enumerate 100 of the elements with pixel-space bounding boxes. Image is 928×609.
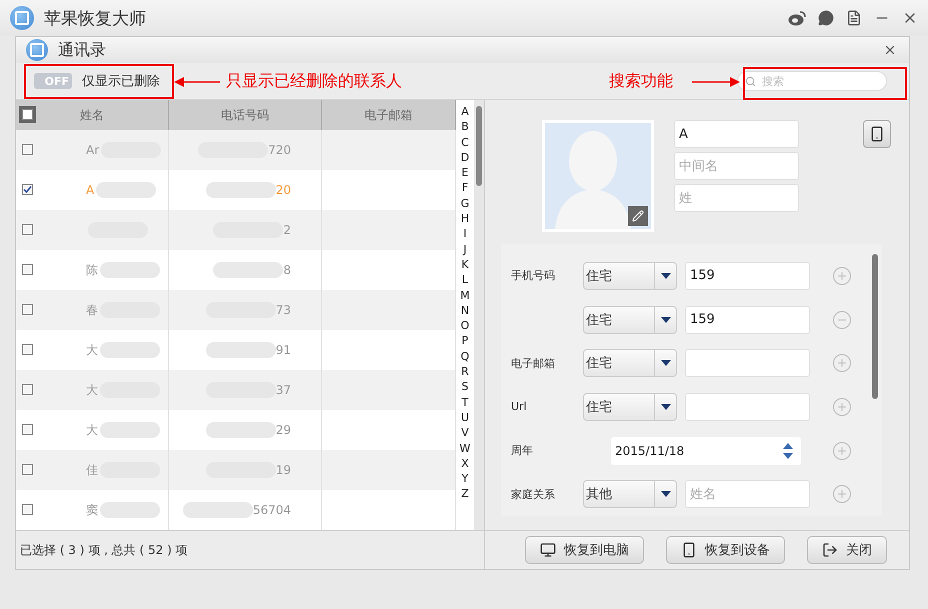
- index-letter[interactable]: F: [462, 180, 468, 196]
- input-field[interactable]: [685, 392, 810, 421]
- checkbox[interactable]: [22, 109, 33, 120]
- index-letter[interactable]: E: [462, 165, 468, 180]
- index-letter[interactable]: V: [461, 425, 469, 441]
- arrow: [174, 76, 220, 88]
- plus-icon: [836, 270, 848, 282]
- type-dropdown[interactable]: 住宅: [583, 306, 677, 334]
- checkbox[interactable]: [22, 184, 33, 195]
- checkbox[interactable]: [22, 304, 33, 315]
- phone-icon: [681, 542, 697, 558]
- remove-button[interactable]: [833, 310, 851, 328]
- index-letter[interactable]: Q: [460, 348, 470, 364]
- table-cell: 73: [276, 303, 291, 317]
- index-letter[interactable]: M: [460, 288, 470, 303]
- filter-label: 仅显示已删除: [82, 73, 160, 90]
- plus-icon: [836, 488, 848, 500]
- type-dropdown[interactable]: 住宅: [583, 262, 677, 290]
- search-icon: [745, 76, 756, 87]
- chat-icon[interactable]: [818, 10, 834, 26]
- table-cell: 大: [86, 422, 98, 438]
- index-letter[interactable]: N: [460, 302, 470, 318]
- edit-icon[interactable]: [628, 206, 648, 226]
- table-cell: 29: [276, 423, 291, 437]
- eye-shape-icon[interactable]: [788, 10, 806, 26]
- index-letter[interactable]: I: [463, 226, 467, 242]
- checkbox[interactable]: [22, 424, 33, 435]
- index-letter[interactable]: G: [460, 196, 470, 212]
- input-field[interactable]: [685, 349, 810, 378]
- table-cell: 37: [276, 383, 291, 397]
- index-letter[interactable]: Y: [462, 471, 468, 486]
- index-letter[interactable]: B: [461, 119, 469, 135]
- action-button[interactable]: 恢复到设备: [666, 536, 785, 564]
- index-letter[interactable]: U: [460, 410, 470, 426]
- table-cell: 陈: [86, 262, 98, 278]
- index-letter[interactable]: A: [461, 104, 469, 120]
- field-label: 电子邮箱: [511, 356, 556, 371]
- phone-import-button[interactable]: [863, 120, 891, 148]
- dialog-title: 通讯录: [58, 40, 107, 60]
- add-button[interactable]: [833, 266, 851, 285]
- first-name-field[interactable]: A: [674, 120, 799, 148]
- checkbox[interactable]: [22, 264, 33, 275]
- exit-icon: [822, 542, 838, 558]
- checkbox[interactable]: [22, 144, 33, 155]
- index-letter[interactable]: J: [463, 242, 467, 257]
- add-button[interactable]: [833, 354, 851, 372]
- index-letter[interactable]: C: [461, 134, 469, 150]
- close-icon[interactable]: [883, 43, 897, 57]
- monitor-icon: [540, 542, 556, 558]
- table-cell: 大: [86, 382, 98, 398]
- middle-name-field[interactable]: 中间名: [674, 152, 799, 180]
- arrow: [692, 76, 740, 88]
- checkbox[interactable]: [22, 344, 33, 355]
- index-letter[interactable]: S: [462, 379, 468, 395]
- table-cell: 19: [276, 463, 291, 477]
- index-letter[interactable]: P: [462, 333, 468, 349]
- annotation-text: 只显示已经删除的联系人: [226, 71, 402, 92]
- last-name-field[interactable]: 姓: [674, 184, 799, 212]
- checkbox[interactable]: [22, 384, 33, 395]
- table-cell: 佳: [86, 462, 98, 478]
- scrollbar-thumb[interactable]: [476, 106, 482, 186]
- add-button[interactable]: [833, 442, 851, 460]
- plus-icon: [836, 444, 848, 457]
- index-letter[interactable]: X: [461, 456, 469, 472]
- date-field[interactable]: 2015/11/18: [611, 436, 801, 465]
- index-letter[interactable]: D: [460, 150, 470, 166]
- index-letter[interactable]: W: [460, 440, 470, 456]
- table-cell: 56704: [252, 503, 291, 517]
- input-field[interactable]: 159: [685, 262, 810, 290]
- checkbox[interactable]: [22, 464, 33, 475]
- table-cell: 2: [283, 223, 291, 237]
- caret-icon: [660, 404, 670, 410]
- scrollbar-thumb[interactable]: [872, 254, 878, 399]
- input-field[interactable]: 姓名: [685, 480, 810, 508]
- index-letter[interactable]: O: [460, 318, 470, 334]
- annotation-text: 搜索功能: [609, 71, 673, 92]
- index-letter[interactable]: R: [461, 364, 469, 380]
- type-dropdown[interactable]: 住宅: [583, 349, 677, 378]
- index-letter[interactable]: K: [461, 256, 469, 272]
- index-letter[interactable]: Z: [461, 486, 469, 502]
- type-dropdown[interactable]: 其他: [583, 480, 677, 508]
- plus-icon: [836, 357, 848, 370]
- checkbox[interactable]: [22, 504, 33, 515]
- action-button[interactable]: 恢复到电脑: [525, 536, 644, 564]
- add-button[interactable]: [833, 398, 851, 416]
- table-cell: 20: [276, 183, 291, 197]
- table-cell: 720: [268, 143, 291, 157]
- table-cell: 大: [86, 342, 98, 358]
- index-letter[interactable]: T: [462, 394, 468, 410]
- action-button[interactable]: 关闭: [807, 536, 887, 564]
- input-field[interactable]: 159: [685, 306, 810, 334]
- index-letter[interactable]: L: [462, 272, 468, 288]
- index-letter[interactable]: H: [460, 211, 470, 226]
- caret-icon: [660, 272, 670, 279]
- app-title: 苹果恢复大师: [44, 8, 147, 30]
- checkbox[interactable]: [22, 224, 33, 235]
- type-dropdown[interactable]: 住宅: [583, 392, 677, 421]
- search-field[interactable]: 搜索: [737, 71, 887, 91]
- notes-icon[interactable]: [846, 10, 862, 26]
- add-button[interactable]: [833, 485, 851, 504]
